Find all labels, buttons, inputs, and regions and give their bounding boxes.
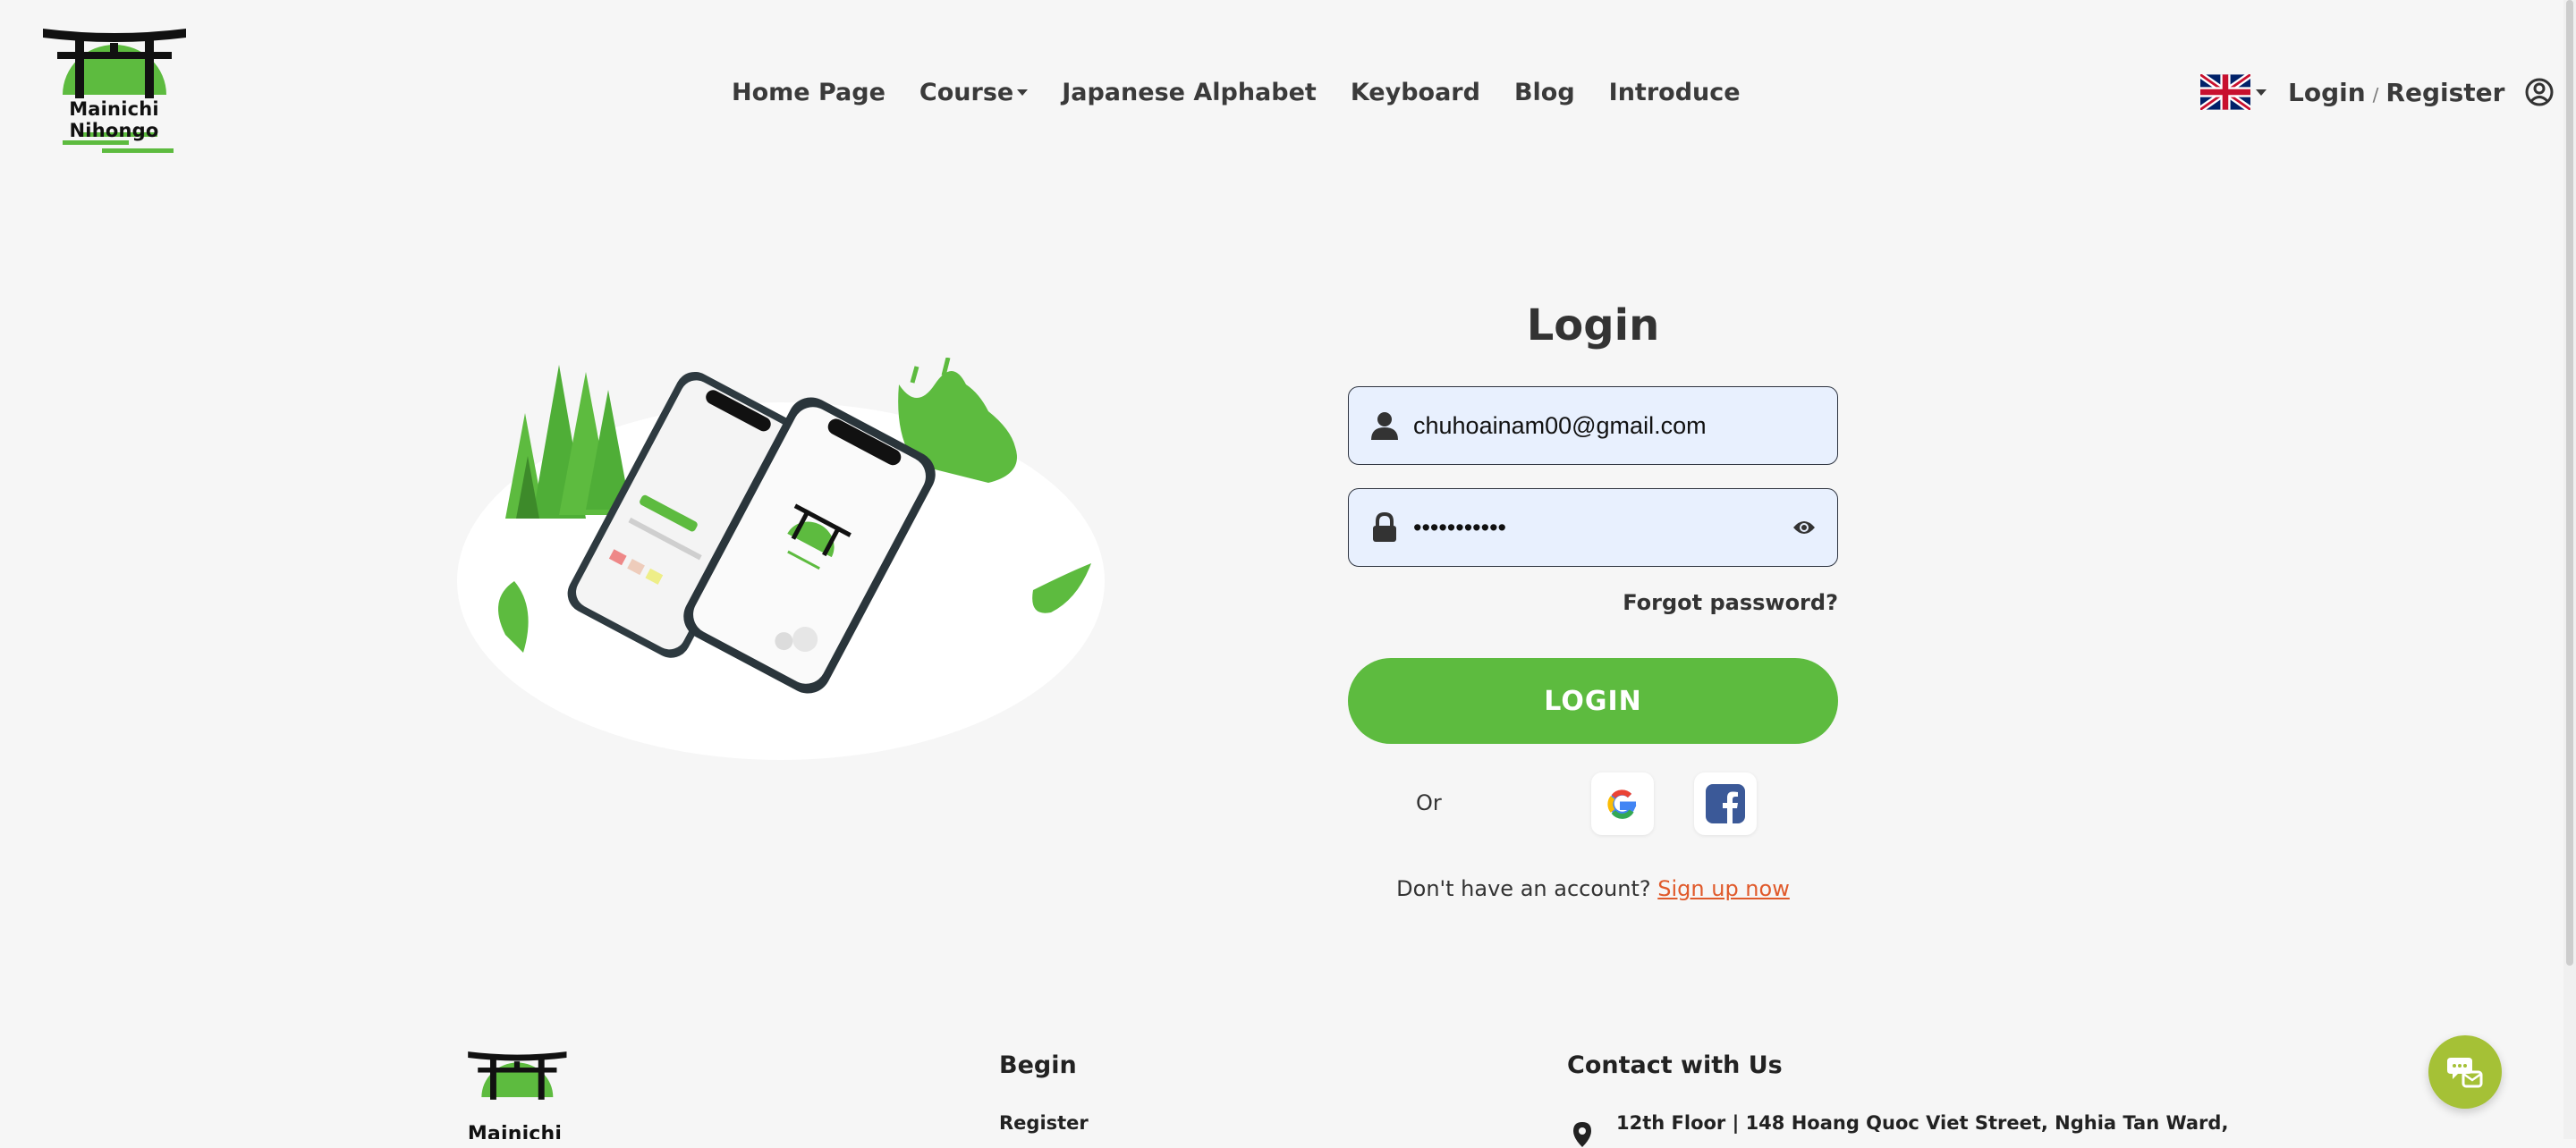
nav-introduce[interactable]: Introduce (1609, 79, 1741, 106)
footer-begin-heading: Begin (999, 1051, 1077, 1079)
email-field[interactable] (1348, 386, 1838, 465)
main-nav: Home Page Course Japanese Alphabet Keybo… (732, 72, 1775, 113)
lock-icon (1373, 512, 1396, 542)
facebook-icon (1706, 784, 1745, 823)
header-right: Login / Register (2200, 70, 2555, 114)
phone-illustration (452, 357, 1109, 769)
header-login-link[interactable]: Login (2288, 78, 2366, 107)
chevron-down-icon (2256, 89, 2267, 96)
page-scrollbar[interactable] (2563, 0, 2576, 1139)
password-input[interactable] (1413, 513, 1792, 542)
forgot-password-link[interactable]: Forgot password? (1348, 590, 1838, 615)
nav-course-label: Course (919, 78, 1014, 106)
login-title: Login (1526, 300, 1660, 350)
no-account-text: Don't have an account? (1396, 876, 1651, 901)
user-circle-icon[interactable] (2524, 77, 2555, 107)
nav-course[interactable]: Course (919, 78, 1029, 106)
nav-blog[interactable]: Blog (1514, 79, 1575, 106)
footer-brand-name: Mainichi Nihongo (467, 1123, 563, 1139)
auth-separator: / (2372, 83, 2379, 106)
scrollbar-thumb[interactable] (2566, 0, 2573, 966)
language-selector[interactable] (2200, 74, 2267, 110)
chevron-down-icon (1017, 89, 1029, 96)
signup-link[interactable]: Sign up now (1657, 876, 1790, 901)
header-register-link[interactable]: Register (2385, 78, 2504, 107)
nav-japanese-alphabet[interactable]: Japanese Alphabet (1062, 79, 1317, 106)
uk-flag-icon (2200, 74, 2250, 110)
google-icon (1607, 789, 1637, 819)
login-button[interactable]: LOGIN (1348, 658, 1838, 744)
footer-logo: Mainichi Nihongo (428, 1048, 606, 1139)
signup-prompt: Don't have an account? Sign up now (1348, 876, 1838, 901)
user-icon (1371, 412, 1398, 440)
chat-button[interactable] (2428, 1035, 2502, 1109)
password-field[interactable] (1348, 488, 1838, 567)
facebook-login-button[interactable] (1694, 772, 1757, 835)
chat-icon (2447, 1058, 2483, 1088)
location-pin-icon (1573, 1122, 1591, 1147)
footer-register-link[interactable]: Register (999, 1112, 1089, 1134)
footer-contact-heading: Contact with Us (1567, 1051, 1783, 1079)
nav-keyboard[interactable]: Keyboard (1351, 79, 1480, 106)
brand-name: Mainichi Nihongo (69, 98, 159, 141)
or-label: Or (1416, 790, 1442, 815)
footer-address: 12th Floor | 148 Hoang Quoc Viet Street,… (1616, 1112, 2229, 1134)
email-input[interactable] (1413, 411, 1837, 440)
brand-logo[interactable]: Mainichi Nihongo (27, 23, 201, 156)
eye-icon[interactable] (1792, 519, 1816, 536)
google-login-button[interactable] (1591, 772, 1654, 835)
auth-links: Login / Register (2288, 78, 2504, 107)
nav-home[interactable]: Home Page (732, 79, 886, 106)
